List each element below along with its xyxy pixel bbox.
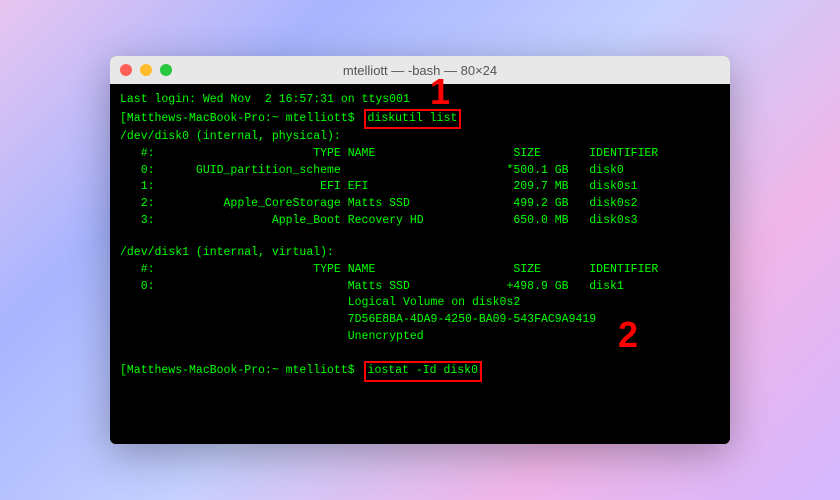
disk1-header: /dev/disk1 (internal, virtual): (120, 245, 720, 262)
table-row: 2: Apple_CoreStorage Matts SSD 499.2 GB … (120, 196, 720, 213)
column-header: #: TYPE NAME SIZE IDENTIFIER (120, 262, 720, 279)
disk0-header: /dev/disk0 (internal, physical): (120, 129, 720, 146)
table-row: 1: EFI EFI 209.7 MB disk0s1 (120, 179, 720, 196)
terminal-window: mtelliott — -bash — 80×24 1 2 Last login… (110, 56, 730, 444)
command-highlight-2: iostat -Id disk0 (364, 361, 482, 382)
table-row: Unencrypted (120, 329, 720, 346)
terminal-body[interactable]: 1 2 Last login: Wed Nov 2 16:57:31 on tt… (110, 84, 730, 444)
prompt-line-1: [Matthews-MacBook-Pro:~ mtelliott$ disku… (120, 109, 720, 130)
blank-line (120, 229, 720, 245)
prompt-line-2: [Matthews-MacBook-Pro:~ mtelliott$ iosta… (120, 361, 720, 382)
table-row: 0: Matts SSD +498.9 GB disk1 (120, 279, 720, 296)
close-icon[interactable] (120, 64, 132, 76)
traffic-lights (120, 64, 172, 76)
prompt-prefix: [Matthews-MacBook-Pro:~ mtelliott$ (120, 112, 355, 125)
command-highlight-1: diskutil list (364, 109, 462, 130)
login-line: Last login: Wed Nov 2 16:57:31 on ttys00… (120, 92, 720, 109)
command-1: diskutil list (368, 112, 458, 125)
command-2: iostat -Id disk0 (368, 364, 478, 377)
window-title: mtelliott — -bash — 80×24 (120, 63, 720, 78)
column-header: #: TYPE NAME SIZE IDENTIFIER (120, 146, 720, 163)
prompt-prefix: [Matthews-MacBook-Pro:~ mtelliott$ (120, 364, 355, 377)
table-row: Logical Volume on disk0s2 (120, 295, 720, 312)
zoom-icon[interactable] (160, 64, 172, 76)
minimize-icon[interactable] (140, 64, 152, 76)
table-row: 3: Apple_Boot Recovery HD 650.0 MB disk0… (120, 213, 720, 230)
blank-line (120, 345, 720, 361)
table-row: 7D56E8BA-4DA9-4250-BA09-543FAC9A9419 (120, 312, 720, 329)
table-row: 0: GUID_partition_scheme *500.1 GB disk0 (120, 163, 720, 180)
titlebar[interactable]: mtelliott — -bash — 80×24 (110, 56, 730, 84)
